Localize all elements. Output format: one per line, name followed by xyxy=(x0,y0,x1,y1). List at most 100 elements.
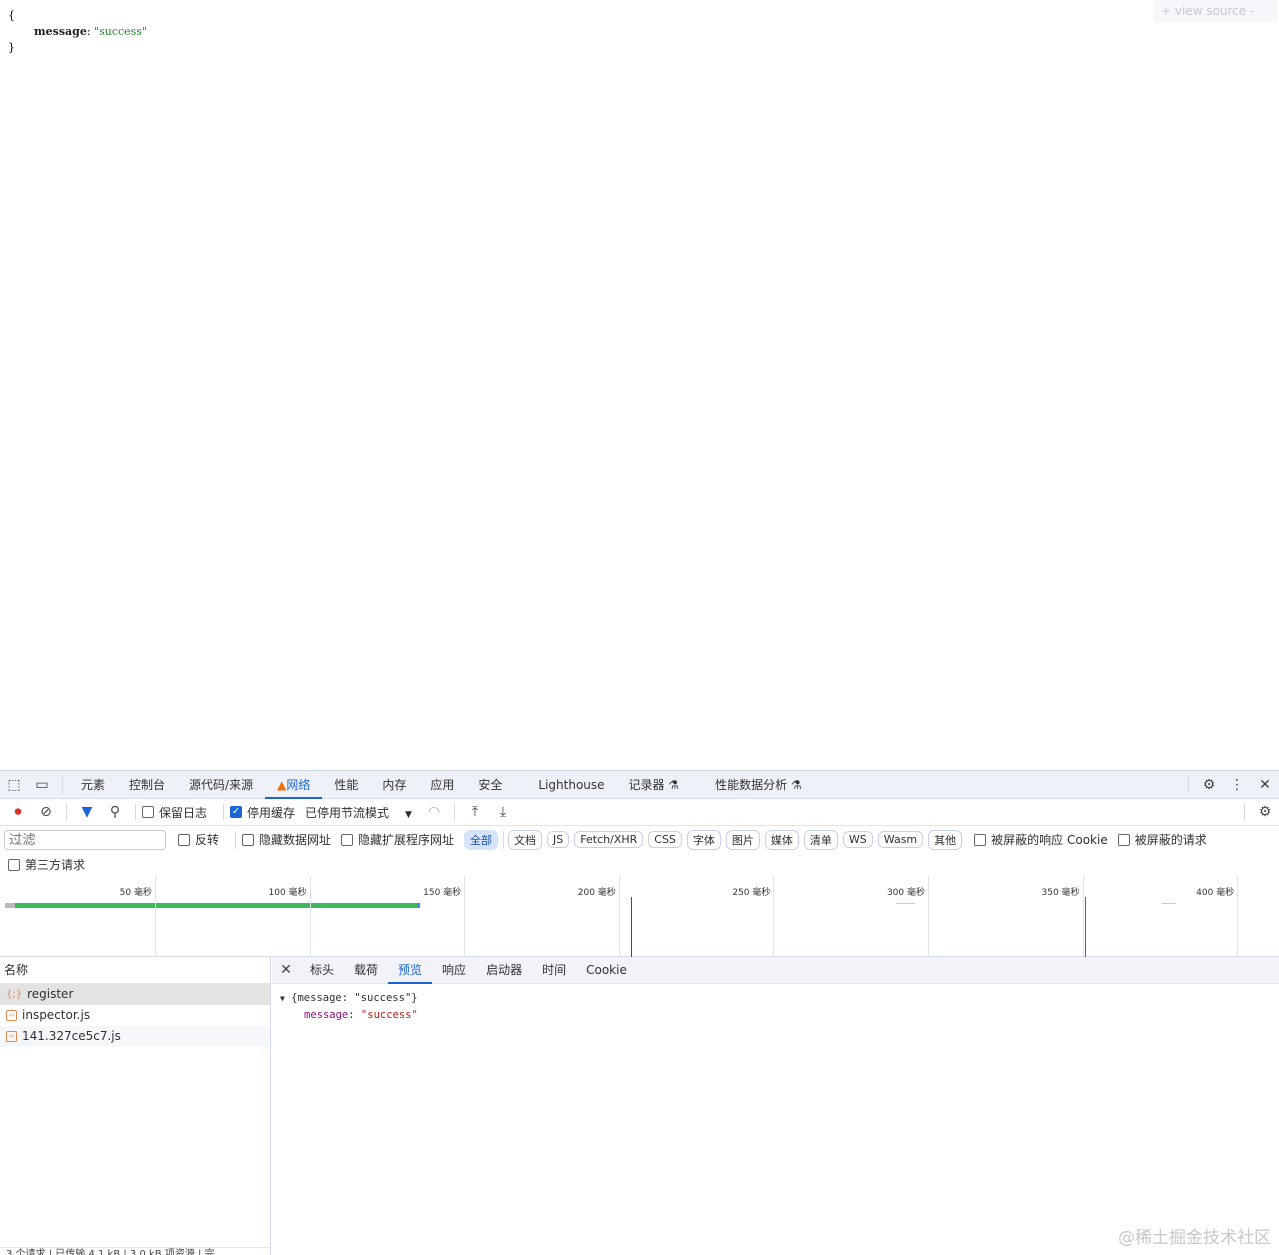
stop-recording-icon[interactable]: ⏺ xyxy=(4,804,32,820)
throttle-select[interactable]: 已停用节流模式 ▼ xyxy=(305,804,412,821)
tree-summary: {message: "success"} xyxy=(291,992,418,1004)
tab-memory[interactable]: 内存 xyxy=(370,771,418,799)
type-filter-all[interactable]: 全部 xyxy=(464,829,499,850)
network-conditions-icon[interactable]: ◠ xyxy=(420,804,448,820)
checkbox-box[interactable] xyxy=(974,833,987,846)
type-filter-js[interactable]: JS xyxy=(547,831,570,848)
tree-property: message: "success" xyxy=(304,1009,418,1021)
settings-icon[interactable]: ⚙ xyxy=(1195,777,1223,793)
tab-application[interactable]: 应用 xyxy=(418,771,466,799)
timeline-gridline xyxy=(618,876,620,957)
label: 隐藏扩展程序网址 xyxy=(358,833,455,847)
devtools-tab-bar: ⬚ ▭ 元素 控制台 源代码/来源 ▲网络 性能 内存 应用 安全 Lighth… xyxy=(0,771,1279,799)
tab-sources[interactable]: 源代码/来源 xyxy=(177,771,265,799)
timeline-tick-label: 400 毫秒 xyxy=(1196,888,1235,898)
tab-preview[interactable]: 预览 xyxy=(388,957,433,984)
device-toolbar-icon[interactable]: ▭ xyxy=(28,777,56,793)
preview-tree: ▼ {message: "success"} message: "success… xyxy=(272,984,1279,1023)
hide-data-urls-checkbox[interactable]: 隐藏数据网址 xyxy=(242,831,331,848)
warning-icon: ▲ xyxy=(277,777,287,792)
type-filter-doc[interactable]: 文档 xyxy=(508,829,543,850)
tab-response[interactable]: 响应 xyxy=(432,957,476,984)
network-toolbar: ⏺ ⊘ ▼ ⚲ 保留日志 ✓ 停用缓存 已停用节流模式 ▼ ◠ ⤒ ⤓ ⚙ xyxy=(0,799,1279,826)
tab-elements[interactable]: 元素 xyxy=(69,771,117,799)
label: 隐藏数据网址 xyxy=(259,833,332,847)
tab-security[interactable]: 安全 xyxy=(466,771,514,799)
tab-initiator[interactable]: 启动器 xyxy=(476,957,532,984)
timeline-gridline xyxy=(928,876,929,957)
request-list: 名称 {;} register ‹› inspector.js ‹› 141.327c… xyxy=(0,957,271,1255)
tab-network[interactable]: ▲网络 xyxy=(265,771,323,799)
label: 被屏蔽的请求 xyxy=(1134,833,1207,847)
blocked-cookies-checkbox[interactable]: 被屏蔽的响应 Cookie xyxy=(974,831,1108,848)
tab-timing[interactable]: 时间 xyxy=(532,957,576,984)
type-filter-fetch-xhr[interactable]: Fetch/XHR xyxy=(574,831,644,848)
import-har-icon[interactable]: ⤒ xyxy=(461,804,489,820)
type-filter-wasm[interactable]: Wasm xyxy=(877,831,924,848)
checkbox-box[interactable] xyxy=(341,833,354,846)
type-filter-font[interactable]: 字体 xyxy=(686,829,721,850)
type-filter-img[interactable]: 图片 xyxy=(725,829,760,850)
request-row[interactable]: ‹› 141.327ce5c7.js xyxy=(0,1026,270,1047)
tab-recorder[interactable]: 记录器 ⚗ xyxy=(617,771,692,799)
tab-performance[interactable]: 性能 xyxy=(322,771,370,799)
request-name: inspector.js xyxy=(22,1008,91,1022)
name-column-header[interactable]: 名称 xyxy=(0,957,270,984)
divider xyxy=(503,830,505,849)
type-filter-media[interactable]: 媒体 xyxy=(764,829,799,850)
watermark: @稀土掘金技术社区 xyxy=(1118,1228,1271,1248)
tab-payload[interactable]: 载荷 xyxy=(344,957,388,984)
tab-lighthouse[interactable]: Lighthouse xyxy=(526,771,616,799)
checkbox-box[interactable] xyxy=(1117,833,1130,846)
timeline-gridline xyxy=(773,876,775,957)
timeline-tick-label: 100 毫秒 xyxy=(268,888,307,898)
type-filter-manifest[interactable]: 清单 xyxy=(803,829,838,850)
checkbox-box[interactable] xyxy=(142,806,154,818)
label: 反转 xyxy=(195,833,220,847)
type-filter-css[interactable]: CSS xyxy=(648,831,682,848)
divider xyxy=(223,803,225,821)
network-overview-timeline[interactable]: 50 毫秒 100 毫秒 150 毫秒 200 毫秒 250 毫秒 300 毫秒 350 毫… xyxy=(0,876,1279,957)
disable-cache-checkbox[interactable]: ✓ 停用缓存 xyxy=(230,804,295,821)
network-settings-icon[interactable]: ⚙ xyxy=(1251,804,1279,820)
third-party-checkbox[interactable]: 第三方请求 xyxy=(8,856,85,873)
type-filter-other[interactable]: 其他 xyxy=(928,829,963,850)
hide-extension-urls-checkbox[interactable]: 隐藏扩展程序网址 xyxy=(341,831,454,848)
inspect-element-icon[interactable]: ⬚ xyxy=(0,777,28,793)
timing-dash xyxy=(896,903,915,904)
expand-triangle-icon[interactable]: ▼ xyxy=(280,994,285,1003)
tab-headers[interactable]: 标头 xyxy=(300,957,344,984)
blocked-requests-checkbox[interactable]: 被屏蔽的请求 xyxy=(1117,831,1207,848)
tab-cookies[interactable]: Cookie xyxy=(576,957,637,984)
timeline-gridline xyxy=(1237,876,1239,957)
close-detail-icon[interactable]: ✕ xyxy=(272,962,300,978)
invert-checkbox[interactable]: 反转 xyxy=(178,831,219,848)
checkbox-box-checked[interactable]: ✓ xyxy=(230,806,243,818)
divider xyxy=(1188,775,1189,794)
filter-icon[interactable]: ▼ xyxy=(73,804,101,820)
detail-tab-bar: ✕ 标头 载荷 预览 响应 启动器 时间 Cookie xyxy=(272,957,1279,984)
type-filter-ws[interactable]: WS xyxy=(842,831,873,848)
filter-input[interactable] xyxy=(4,829,166,850)
request-row[interactable]: ‹› inspector.js xyxy=(0,1005,270,1026)
request-name: register xyxy=(27,987,74,1001)
search-icon[interactable]: ⚲ xyxy=(101,804,129,820)
timeline-tick-label: 200 毫秒 xyxy=(577,888,616,898)
tree-root[interactable]: ▼ {message: "success"} xyxy=(280,990,1279,1007)
close-icon[interactable]: ✕ xyxy=(1251,777,1279,793)
export-har-icon[interactable]: ⤓ xyxy=(489,804,517,820)
request-row[interactable]: {;} register xyxy=(0,984,270,1005)
view-source-button[interactable]: + view source - xyxy=(1153,0,1277,22)
tab-performance-insights[interactable]: 性能数据分析 ⚗ xyxy=(703,771,814,799)
tab-console[interactable]: 控制台 xyxy=(117,771,177,799)
checkbox-box[interactable] xyxy=(8,858,20,871)
more-options-icon[interactable]: ⋮ xyxy=(1223,777,1251,793)
clear-icon[interactable]: ⊘ xyxy=(32,804,60,820)
timeline-gridline xyxy=(309,876,311,957)
checkbox-box[interactable] xyxy=(178,833,190,846)
divider xyxy=(62,775,63,794)
preserve-log-checkbox[interactable]: 保留日志 xyxy=(142,804,207,821)
checkbox-box[interactable] xyxy=(242,833,255,846)
json-value: "success" xyxy=(94,25,148,38)
devtools-panel: ⬚ ▭ 元素 控制台 源代码/来源 ▲网络 性能 内存 应用 安全 Lighth… xyxy=(0,770,1279,1255)
